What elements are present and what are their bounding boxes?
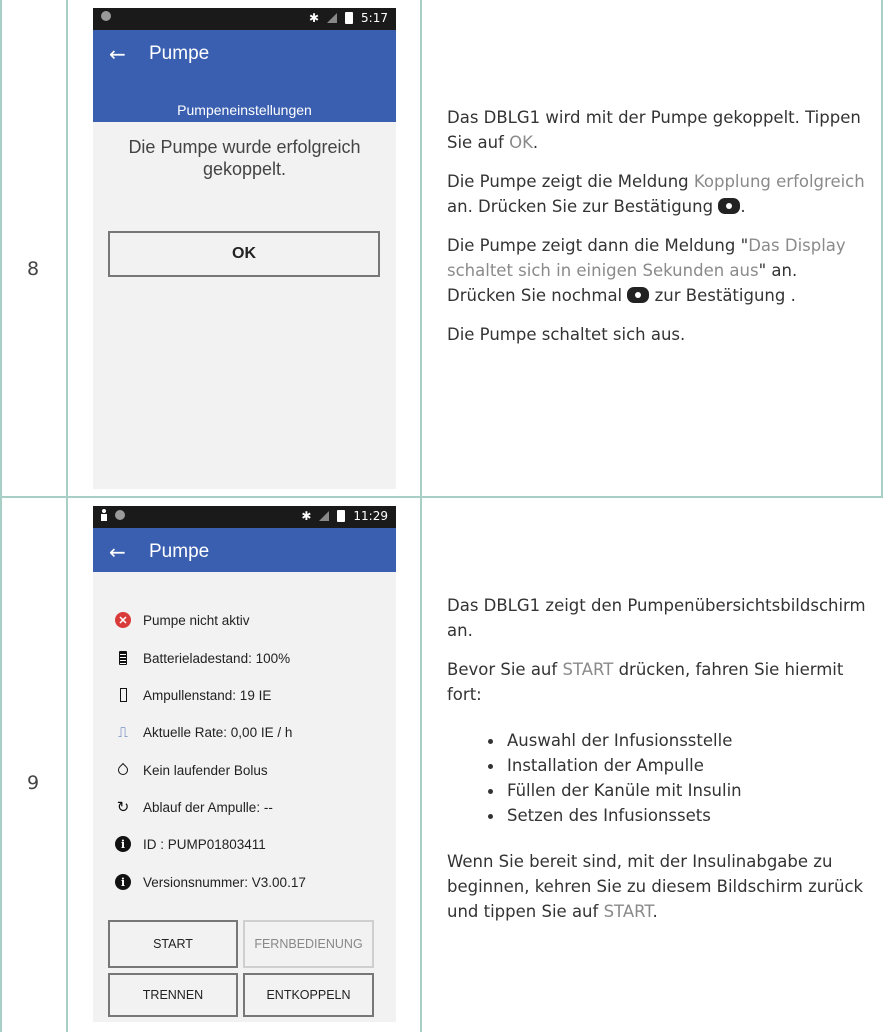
bluetooth-icon: ✱: [308, 11, 320, 25]
paragraph: Die Pumpe zeigt die Meldung Kopplung erf…: [447, 172, 865, 216]
phone-screen-pairing: ✱ 5:17 ← Pumpe Pumpeneinstellungen Die P…: [93, 8, 396, 489]
timer-icon: ↻: [116, 799, 130, 816]
battery-status-icon: [345, 12, 354, 24]
error-icon: ✕: [115, 612, 131, 628]
paragraph: Bevor Sie auf START drücken, fahren Sie …: [447, 660, 844, 704]
status-bar: ✱ 5:17: [93, 8, 396, 30]
paragraph: Die Pumpe zeigt dann die Meldung "Das Di…: [447, 236, 846, 305]
status-row-ampoule: Ampullenstand: 19 IE: [115, 687, 271, 703]
paragraph: Das DBLG1 wird mit der Pumpe gekoppelt. …: [447, 108, 861, 152]
disconnect-button[interactable]: TRENNEN: [108, 973, 238, 1017]
bluetooth-icon: ✱: [301, 509, 312, 523]
no-signal-icon: [319, 511, 330, 521]
app-title: Pumpe: [149, 541, 210, 562]
user-notification-icon: [101, 509, 107, 521]
back-arrow-icon[interactable]: ←: [109, 540, 126, 564]
no-signal-icon: [327, 13, 338, 23]
battery-status-icon: [337, 510, 346, 522]
table-border-left: [0, 0, 2, 1032]
info-icon: i: [115, 836, 131, 852]
list-item: Füllen der Kanüle mit Insulin: [483, 778, 872, 803]
preparation-steps-list: Auswahl der Infusionsstelle Installation…: [483, 728, 872, 828]
highlight-kopplung: Kopplung erfolgreich: [693, 172, 865, 191]
paragraph: Wenn Sie bereit sind, mit der Insulinabg…: [447, 852, 864, 921]
instruction-table: 8 ✱ 5:17 ← Pumpe Pumpeneinstellungen Die…: [0, 0, 883, 1032]
paragraph: Das DBLG1 zeigt den Pumpenübersichtsbild…: [447, 596, 866, 640]
start-button[interactable]: START: [108, 920, 238, 968]
step-9-instructions: Das DBLG1 zeigt den Pumpenübersichtsbild…: [447, 593, 872, 924]
status-row-pump-inactive: ✕ Pumpe nicht aktiv: [115, 612, 250, 628]
paragraph: Die Pumpe schaltet sich aus.: [447, 325, 686, 344]
list-item: Installation der Ampulle: [483, 753, 872, 778]
status-time: 11:29: [353, 509, 388, 523]
ok-button[interactable]: OK: [108, 231, 380, 277]
app-title: Pumpe: [149, 43, 210, 64]
app-bar: ← Pumpe Pumpeneinstellungen: [93, 30, 396, 122]
status-row-version: i Versionsnummer: V3.00.17: [115, 874, 306, 890]
step-number: 9: [26, 772, 40, 794]
pairing-success-message: Die Pumpe wurde erfolgreich gekoppelt.: [128, 137, 361, 179]
pump-button-icon: [627, 287, 650, 303]
list-item: Auswahl der Infusionsstelle: [483, 728, 872, 753]
info-icon: i: [115, 874, 131, 890]
highlight-ok: OK: [509, 133, 533, 152]
battery-icon: [119, 651, 127, 665]
unpair-button[interactable]: ENTKOPPELN: [243, 973, 374, 1017]
step-8-instructions: Das DBLG1 wird mit der Pumpe gekoppelt. …: [447, 105, 872, 347]
status-row-battery: Batterieladestand: 100%: [115, 650, 290, 666]
highlight-start: START: [562, 660, 614, 679]
status-row-bolus: Kein laufender Bolus: [115, 762, 268, 778]
notification-dot-icon: [101, 11, 111, 21]
pump-button-icon: [718, 198, 741, 214]
back-arrow-icon[interactable]: ←: [109, 42, 126, 66]
table-border-col2: [420, 0, 422, 1032]
table-row-divider: [0, 496, 883, 498]
status-row-id: i ID : PUMP01803411: [115, 836, 266, 852]
phone-screen-overview: ✱ 11:29 ← Pumpe ✕ Pumpe nicht aktiv Batt…: [93, 506, 396, 1022]
remote-control-button[interactable]: FERNBEDIENUNG: [243, 920, 374, 968]
notification-dot-icon: [115, 510, 125, 520]
status-row-ampoule-expiry: ↻ Ablauf der Ampulle: --: [116, 799, 273, 816]
step-number: 8: [26, 258, 40, 280]
highlight-start: START: [603, 902, 653, 921]
status-row-rate: ⎍ Aktuelle Rate: 0,00 IE / h: [115, 724, 292, 740]
drop-icon: [115, 762, 131, 778]
status-time: 5:17: [361, 11, 388, 25]
app-bar: ← Pumpe: [93, 528, 396, 572]
list-item: Setzen des Infusionssets: [483, 803, 872, 828]
ampoule-icon: [119, 688, 127, 702]
status-bar: ✱ 11:29: [93, 506, 396, 528]
rate-icon: ⎍: [118, 723, 128, 740]
app-subtitle: Pumpeneinstellungen: [177, 102, 312, 118]
table-border-col1: [66, 0, 68, 1032]
